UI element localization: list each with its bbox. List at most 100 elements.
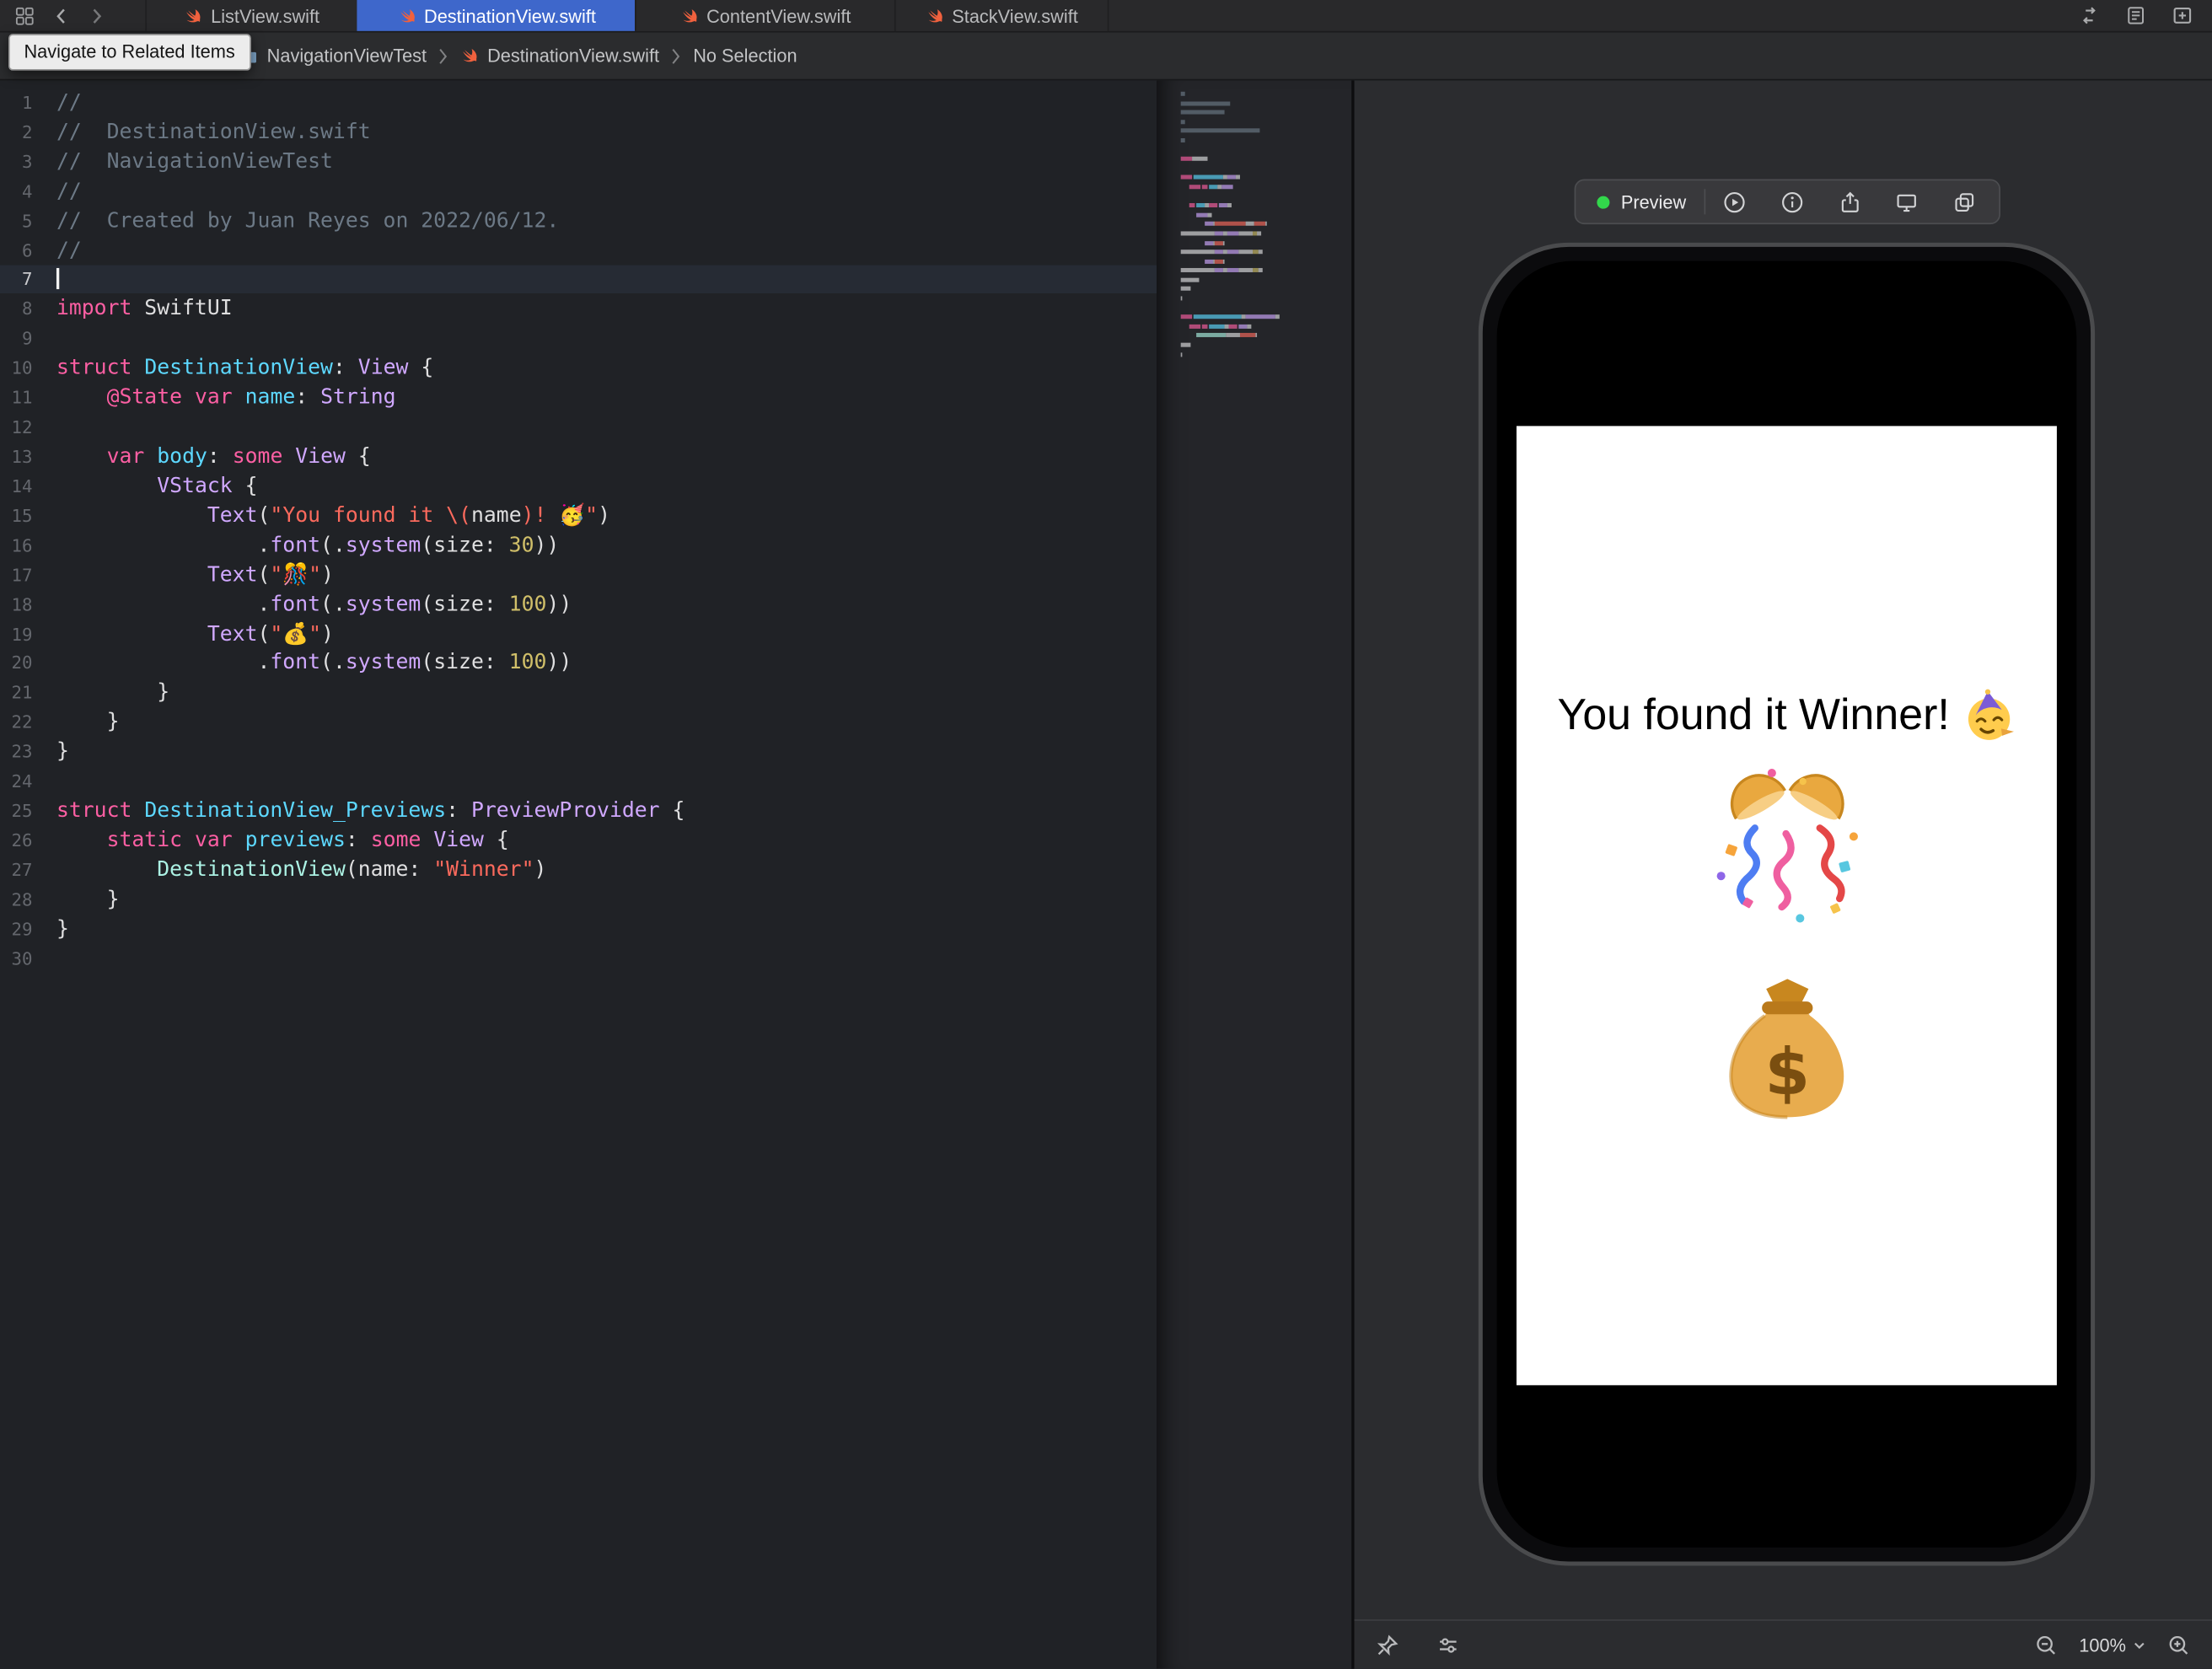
live-preview-button[interactable] bbox=[1706, 180, 1764, 223]
related-items-grid-icon[interactable] bbox=[14, 5, 35, 26]
line-number: 19 bbox=[11, 622, 33, 645]
tab-destinationview[interactable]: DestinationView.swift bbox=[357, 0, 636, 31]
code-line[interactable]: 2 // DestinationView.swift bbox=[0, 117, 1157, 147]
code-text: .font(.system(size: 30)) bbox=[56, 533, 560, 557]
code-line[interactable]: 28 } bbox=[0, 884, 1157, 914]
tab-label: ListView.swift bbox=[211, 4, 320, 26]
code-line[interactable]: 5 // Created by Juan Reyes on 2022/06/12. bbox=[0, 206, 1157, 235]
chevron-down-icon bbox=[2134, 1641, 2145, 1649]
zoom-controls: 100% bbox=[2034, 1633, 2191, 1656]
breadcrumb-group[interactable]: NavigationViewTest bbox=[239, 46, 427, 67]
code-line[interactable]: 26 static var previews: some View { bbox=[0, 825, 1157, 855]
code-line[interactable]: 13 var body: some View { bbox=[0, 442, 1157, 471]
xcode-window: ListView.swift DestinationView.swift Con… bbox=[0, 0, 2212, 1669]
code-line[interactable]: 14 VStack { bbox=[0, 471, 1157, 501]
code-review-icon[interactable] bbox=[2078, 4, 2101, 27]
minimap-line bbox=[1180, 287, 1351, 292]
code-line[interactable]: 17 Text("🎊") bbox=[0, 560, 1157, 589]
duplicate-preview-button[interactable] bbox=[1936, 180, 1993, 223]
code-line[interactable]: 18 .font(.system(size: 100)) bbox=[0, 589, 1157, 619]
code-line[interactable]: 24 bbox=[0, 766, 1157, 796]
zoom-level-dropdown[interactable]: 100% bbox=[2079, 1634, 2145, 1656]
tab-stackview[interactable]: StackView.swift bbox=[894, 0, 1109, 31]
minimap-line bbox=[1180, 119, 1351, 124]
breadcrumb-selection[interactable]: No Selection bbox=[693, 46, 797, 67]
inspect-preview-button[interactable] bbox=[1764, 180, 1821, 223]
preview-canvas[interactable]: Preview You found it Winner! $ 100% bbox=[1351, 80, 2212, 1669]
code-line[interactable]: 27 DestinationView(name: "Winner") bbox=[0, 855, 1157, 884]
zoom-in-icon[interactable] bbox=[2166, 1633, 2190, 1656]
code-line[interactable]: 3 // NavigationViewTest bbox=[0, 147, 1157, 176]
code-line[interactable]: 25 struct DestinationView_Previews: Previ… bbox=[0, 796, 1157, 825]
code-line[interactable]: 15 Text("You found it \(name)! 🥳") bbox=[0, 501, 1157, 530]
minimap-line bbox=[1180, 91, 1351, 96]
tab-listview[interactable]: ListView.swift bbox=[145, 0, 359, 31]
minimap[interactable] bbox=[1157, 80, 1352, 1669]
code-line[interactable]: 8 import SwiftUI bbox=[0, 294, 1157, 324]
minimap-line bbox=[1181, 240, 1351, 245]
code-line[interactable]: 10 struct DestinationView: View { bbox=[0, 353, 1157, 383]
code-line[interactable]: 1 // bbox=[0, 88, 1157, 117]
code-line[interactable]: 9 bbox=[0, 324, 1157, 353]
preview-on-device-button[interactable] bbox=[1878, 180, 1936, 223]
code-line[interactable]: 12 bbox=[0, 412, 1157, 442]
zoom-out-icon[interactable] bbox=[2034, 1633, 2058, 1656]
minimap-line bbox=[1180, 314, 1351, 319]
share-preview-button[interactable] bbox=[1821, 180, 1878, 223]
code-line[interactable]: 29} bbox=[0, 914, 1157, 943]
add-editor-icon[interactable] bbox=[2171, 4, 2193, 27]
money-bag-emoji: $ bbox=[1728, 979, 1844, 1119]
swift-file-icon bbox=[463, 49, 478, 62]
code-editor[interactable]: 1 // 2 // DestinationView.swift 3 // Navigati… bbox=[0, 80, 1352, 1669]
code-text: struct DestinationView: View { bbox=[56, 356, 434, 380]
line-number: 29 bbox=[11, 918, 33, 940]
go-back-icon[interactable] bbox=[52, 5, 71, 26]
code-text: .font(.system(size: 100)) bbox=[56, 592, 572, 616]
tab-contentview[interactable]: ContentView.swift bbox=[635, 0, 896, 31]
code-line[interactable]: 6 // bbox=[0, 235, 1157, 265]
line-number: 11 bbox=[11, 386, 33, 408]
go-forward-icon[interactable] bbox=[88, 5, 106, 26]
line-number: 17 bbox=[11, 563, 33, 585]
code-text: DestinationView(name: "Winner") bbox=[157, 857, 547, 882]
code-line[interactable]: 30 bbox=[0, 943, 1157, 973]
line-number: 26 bbox=[11, 829, 33, 851]
breadcrumb-chevron bbox=[670, 47, 681, 64]
code-text: static var previews: some View { bbox=[106, 828, 509, 852]
swift-file-icon bbox=[397, 7, 416, 25]
line-number: 22 bbox=[11, 711, 33, 733]
tab-bar-right-controls bbox=[2078, 0, 2212, 31]
canvas-settings-icon[interactable] bbox=[1436, 1633, 1460, 1656]
line-number: 21 bbox=[11, 681, 33, 704]
code-line[interactable]: 16 .font(.system(size: 30)) bbox=[0, 530, 1157, 560]
line-number: 2 bbox=[21, 121, 33, 142]
code-line[interactable]: 4 // bbox=[0, 176, 1157, 206]
swift-file-icon bbox=[679, 7, 698, 25]
code-line[interactable]: 20 .font(.system(size: 100)) bbox=[0, 648, 1157, 678]
code-text: } bbox=[56, 887, 120, 911]
tooltip-navigate-related-items: Navigate to Related Items bbox=[8, 34, 251, 71]
line-number: 14 bbox=[11, 475, 33, 496]
code-line[interactable]: 23} bbox=[0, 737, 1157, 766]
minimap-line bbox=[1180, 352, 1351, 357]
code-text: // bbox=[56, 90, 82, 115]
code-text: // NavigationViewTest bbox=[56, 149, 333, 174]
destinationview-preview: You found it Winner! $ bbox=[1516, 426, 2057, 1386]
code-line[interactable]: 7 bbox=[0, 264, 1157, 294]
minimap-line bbox=[1181, 306, 1351, 310]
code-line[interactable]: 21 } bbox=[0, 678, 1157, 707]
minimap-line bbox=[1180, 277, 1351, 282]
line-number: 8 bbox=[21, 298, 33, 319]
minimap-line bbox=[1180, 268, 1351, 273]
svg-text:$: $ bbox=[1764, 1036, 1810, 1111]
editor-options-icon[interactable] bbox=[2124, 4, 2147, 27]
pin-preview-icon[interactable] bbox=[1376, 1633, 1399, 1656]
code-line[interactable]: 11 @State var name: String bbox=[0, 383, 1157, 412]
code-line[interactable]: 22 } bbox=[0, 707, 1157, 737]
minimap-line bbox=[1180, 250, 1351, 255]
code-line[interactable]: 19 Text("💰") bbox=[0, 619, 1157, 648]
line-number: 30 bbox=[11, 947, 33, 969]
iphone-device-frame: You found it Winner! $ bbox=[1478, 242, 2096, 1566]
line-number: 7 bbox=[21, 268, 33, 290]
breadcrumb-file[interactable]: DestinationView.swift bbox=[460, 46, 659, 67]
